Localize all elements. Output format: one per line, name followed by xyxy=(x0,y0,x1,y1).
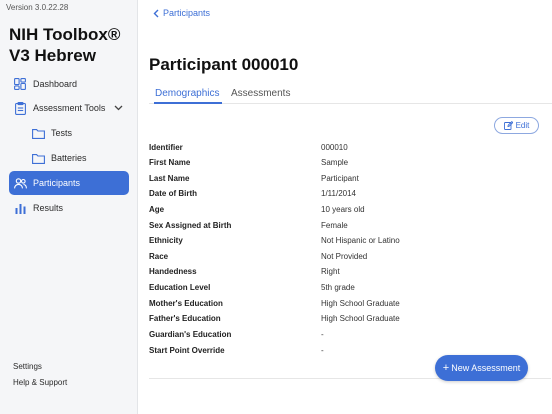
field-value: High School Graduate xyxy=(321,314,400,323)
field-row-education-level: Education Level 5th grade xyxy=(149,283,539,297)
back-button[interactable]: Participants xyxy=(153,8,210,18)
edit-icon xyxy=(503,121,513,130)
field-value: 10 years old xyxy=(321,205,365,214)
sidebar-item-dashboard[interactable]: Dashboard xyxy=(9,72,129,96)
field-value: Right xyxy=(321,267,340,276)
settings-link[interactable]: Settings xyxy=(13,362,42,371)
field-value: Not Provided xyxy=(321,252,368,261)
sidebar-item-participants[interactable]: Participants xyxy=(9,171,129,195)
sidebar-item-label: Batteries xyxy=(51,153,87,163)
field-value: Not Hispanic or Latino xyxy=(321,236,400,245)
sidebar-item-batteries[interactable]: Batteries xyxy=(9,146,129,170)
chevron-down-icon[interactable] xyxy=(111,101,125,115)
back-label: Participants xyxy=(163,8,211,18)
field-row-sex: Sex Assigned at Birth Female xyxy=(149,221,539,235)
field-value: High School Graduate xyxy=(321,299,400,308)
version-label: Version 3.0.22.28 xyxy=(6,3,69,12)
field-label: Mother's Education xyxy=(149,299,223,308)
folder-icon xyxy=(31,126,45,140)
field-label: Start Point Override xyxy=(149,346,225,355)
tab-bar: Demographics Assessments xyxy=(149,86,552,104)
field-value: 1/11/2014 xyxy=(321,189,356,198)
sidebar-item-label: Participants xyxy=(33,178,81,188)
field-value: 000010 xyxy=(321,143,348,152)
sidebar: Version 3.0.22.28 NIH Toolbox® V3 Hebrew… xyxy=(0,0,138,414)
field-row-handedness: Handedness Right xyxy=(149,267,539,281)
sidebar-item-tests[interactable]: Tests xyxy=(9,121,129,145)
field-value: Sample xyxy=(321,158,349,167)
field-row-mothers-education: Mother's Education High School Graduate xyxy=(149,299,539,313)
tab-assessments[interactable]: Assessments xyxy=(231,88,290,99)
field-value: - xyxy=(321,330,324,339)
new-assessment-label: New Assessment xyxy=(451,363,521,373)
plus-icon: + xyxy=(442,362,450,374)
sidebar-item-label: Results xyxy=(33,203,64,213)
field-label: Date of Birth xyxy=(149,189,197,198)
active-tab-indicator xyxy=(154,102,222,104)
field-row-ethnicity: Ethnicity Not Hispanic or Latino xyxy=(149,236,539,250)
field-label: Handedness xyxy=(149,267,197,276)
people-icon xyxy=(13,176,27,190)
field-label: Sex Assigned at Birth xyxy=(149,221,232,230)
field-value: Female xyxy=(321,221,348,230)
field-label: Ethnicity xyxy=(149,236,183,245)
folder-icon xyxy=(31,151,45,165)
page-title: Participant 000010 xyxy=(149,55,299,74)
sidebar-item-label: Tests xyxy=(51,128,73,138)
bar-chart-icon xyxy=(13,201,27,215)
sidebar-item-label: Assessment Tools xyxy=(33,103,106,113)
dashboard-icon xyxy=(13,77,27,91)
field-label: Last Name xyxy=(149,174,190,183)
field-label: Age xyxy=(149,205,165,214)
tab-demographics[interactable]: Demographics xyxy=(155,88,219,99)
main-content: Participants Participant 000010 Demograp… xyxy=(139,0,552,414)
field-label: Race xyxy=(149,252,169,261)
app-title: NIH Toolbox® V3 Hebrew xyxy=(9,24,120,66)
app-title-line2: V3 Hebrew xyxy=(9,46,96,65)
help-support-link[interactable]: Help & Support xyxy=(13,378,67,387)
field-row-race: Race Not Provided xyxy=(149,252,539,266)
app-title-line1: NIH Toolbox® xyxy=(9,25,121,44)
clipboard-icon xyxy=(13,101,27,115)
field-row-identifier: Identifier 000010 xyxy=(149,143,539,157)
field-row-age: Age 10 years old xyxy=(149,205,539,219)
field-value: Participant xyxy=(321,174,359,183)
new-assessment-button[interactable]: + New Assessment xyxy=(435,355,528,381)
field-value: 5th grade xyxy=(321,283,355,292)
sidebar-item-label: Dashboard xyxy=(33,79,78,89)
field-row-guardians-education: Guardian's Education - xyxy=(149,330,539,344)
field-row-fathers-education: Father's Education High School Graduate xyxy=(149,314,539,328)
field-label: Identifier xyxy=(149,143,183,152)
field-label: Father's Education xyxy=(149,314,221,323)
field-row-date-of-birth: Date of Birth 1/11/2014 xyxy=(149,189,539,203)
field-label: First Name xyxy=(149,158,191,167)
sidebar-item-assessment-tools[interactable]: Assessment Tools xyxy=(9,96,129,120)
field-label: Guardian's Education xyxy=(149,330,232,339)
sidebar-item-results[interactable]: Results xyxy=(9,196,129,220)
field-row-last-name: Last Name Participant xyxy=(149,174,539,188)
field-row-first-name: First Name Sample xyxy=(149,158,539,172)
edit-label: Edit xyxy=(515,121,530,130)
chevron-left-icon xyxy=(153,9,159,17)
field-value: - xyxy=(321,346,324,355)
edit-button[interactable]: Edit xyxy=(494,117,539,134)
field-label: Education Level xyxy=(149,283,211,292)
